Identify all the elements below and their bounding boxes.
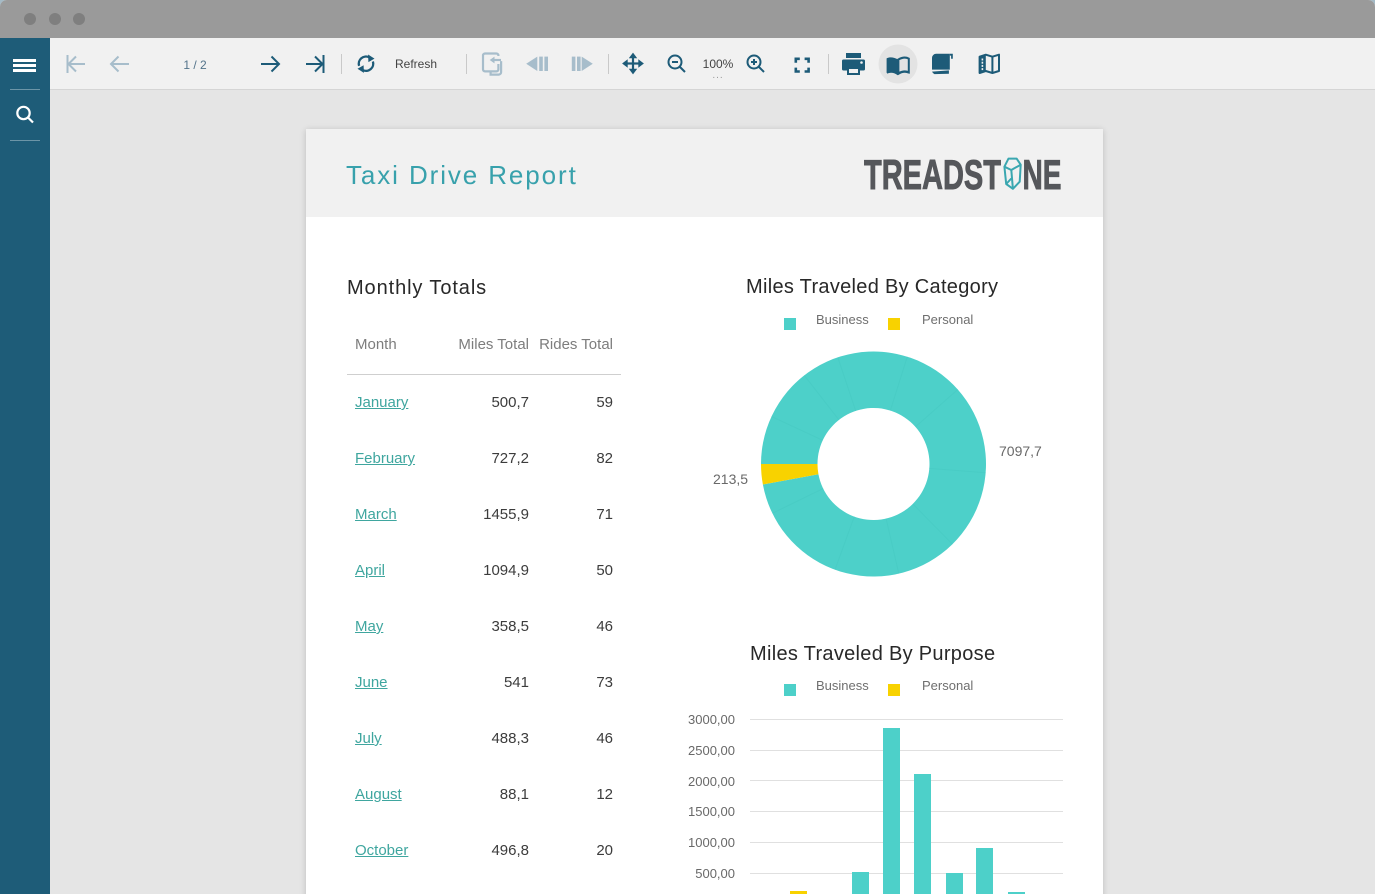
svg-text:NE: NE — [1023, 156, 1062, 192]
svg-text:TREADST: TREADST — [864, 156, 1001, 192]
